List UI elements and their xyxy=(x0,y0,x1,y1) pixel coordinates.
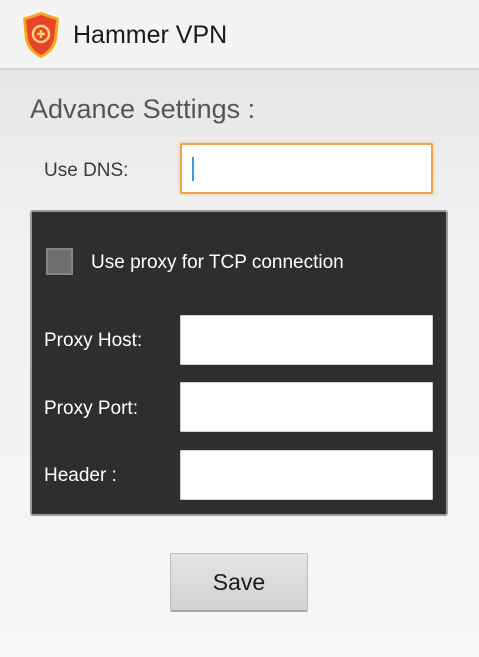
proxy-host-label: Proxy Host: xyxy=(44,330,143,351)
app-title: Hammer VPN xyxy=(73,21,228,49)
proxy-port-input[interactable] xyxy=(180,382,433,432)
dns-label: Use DNS: xyxy=(44,160,129,181)
page-title: Advance Settings : xyxy=(30,94,256,124)
proxy-host-input[interactable] xyxy=(180,315,433,365)
proxy-port-label: Proxy Port: xyxy=(44,398,138,419)
proxy-settings-panel: Use proxy for TCP connection Proxy Host:… xyxy=(30,210,448,516)
action-bar: Hammer VPN xyxy=(0,0,479,70)
header-label: Header : xyxy=(44,465,117,486)
app-shield-icon xyxy=(21,11,61,59)
use-proxy-checkbox[interactable] xyxy=(46,248,73,275)
header-input[interactable] xyxy=(180,450,433,500)
save-button[interactable]: Save xyxy=(170,553,308,612)
use-proxy-label[interactable]: Use proxy for TCP connection xyxy=(91,252,344,274)
text-cursor xyxy=(192,157,194,181)
dns-input[interactable] xyxy=(180,143,433,194)
